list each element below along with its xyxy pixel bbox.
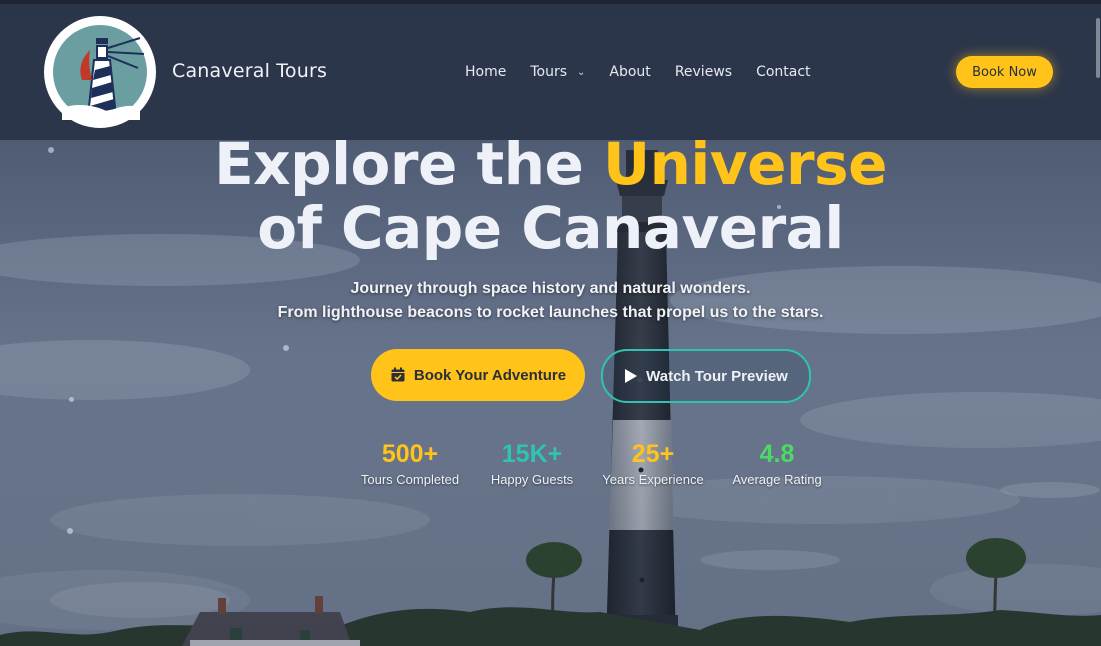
page-scrollbar[interactable] — [1096, 18, 1100, 78]
nav-item-label: Tours — [530, 64, 568, 80]
watch-preview-label: Watch Tour Preview — [646, 367, 788, 385]
lighthouse-logo-icon — [49, 21, 151, 123]
nav-item-reviews[interactable]: Reviews — [675, 64, 732, 80]
stat-years-experience: 25+ Years Experience — [588, 438, 718, 487]
stat-value: 4.8 — [759, 440, 795, 468]
brand-name[interactable]: Canaveral Tours — [172, 60, 327, 82]
book-adventure-button[interactable]: Book Your Adventure — [371, 349, 585, 401]
calendar-check-icon — [391, 367, 405, 382]
nav-item-label: Reviews — [674, 64, 733, 80]
headline-line2: of Cape Canaveral — [257, 194, 844, 262]
stat-happy-guests: 15K+ Happy Guests — [467, 438, 597, 487]
headline-accent: Universe — [603, 130, 887, 198]
stat-label: Tours Completed — [360, 472, 460, 487]
site-header: Canaveral Tours Home Tours ⌄ About Review… — [0, 4, 1101, 140]
stat-value: 25+ — [631, 440, 675, 468]
nav-item-home[interactable]: Home — [465, 64, 506, 80]
nav-item-about[interactable]: About — [609, 64, 650, 80]
play-icon — [625, 369, 638, 383]
hero-subtitle: Journey through space history and natura… — [0, 277, 1101, 325]
book-adventure-label: Book Your Adventure — [413, 366, 567, 384]
stat-label: Years Experience — [602, 472, 704, 487]
headline-part1: Explore the — [214, 130, 604, 198]
subtitle-line1: Journey through space history and natura… — [350, 280, 751, 297]
main-nav: Home Tours ⌄ About Reviews Contact — [465, 64, 835, 80]
book-now-button[interactable]: Book Now — [956, 56, 1053, 88]
chevron-down-icon: ⌄ — [577, 66, 586, 78]
stat-value: 500+ — [381, 440, 439, 468]
nav-item-contact[interactable]: Contact — [756, 64, 810, 80]
nav-item-label: About — [609, 64, 651, 80]
stat-label: Average Rating — [732, 472, 822, 487]
nav-item-tours[interactable]: Tours ⌄ — [530, 64, 585, 80]
stat-value: 15K+ — [501, 440, 563, 468]
watch-preview-button[interactable]: Watch Tour Preview — [601, 349, 811, 403]
stat-average-rating: 4.8 Average Rating — [712, 438, 842, 487]
stat-label: Happy Guests — [490, 472, 574, 487]
brand-logo[interactable] — [44, 16, 156, 128]
stat-tours-completed: 500+ Tours Completed — [345, 438, 475, 487]
subtitle-line2: From lighthouse beacons to rocket launch… — [277, 304, 824, 321]
nav-item-label: Contact — [756, 64, 811, 80]
nav-item-label: Home — [465, 64, 507, 80]
hero-headline: Explore the Universe of Cape Canaveral — [0, 132, 1101, 260]
